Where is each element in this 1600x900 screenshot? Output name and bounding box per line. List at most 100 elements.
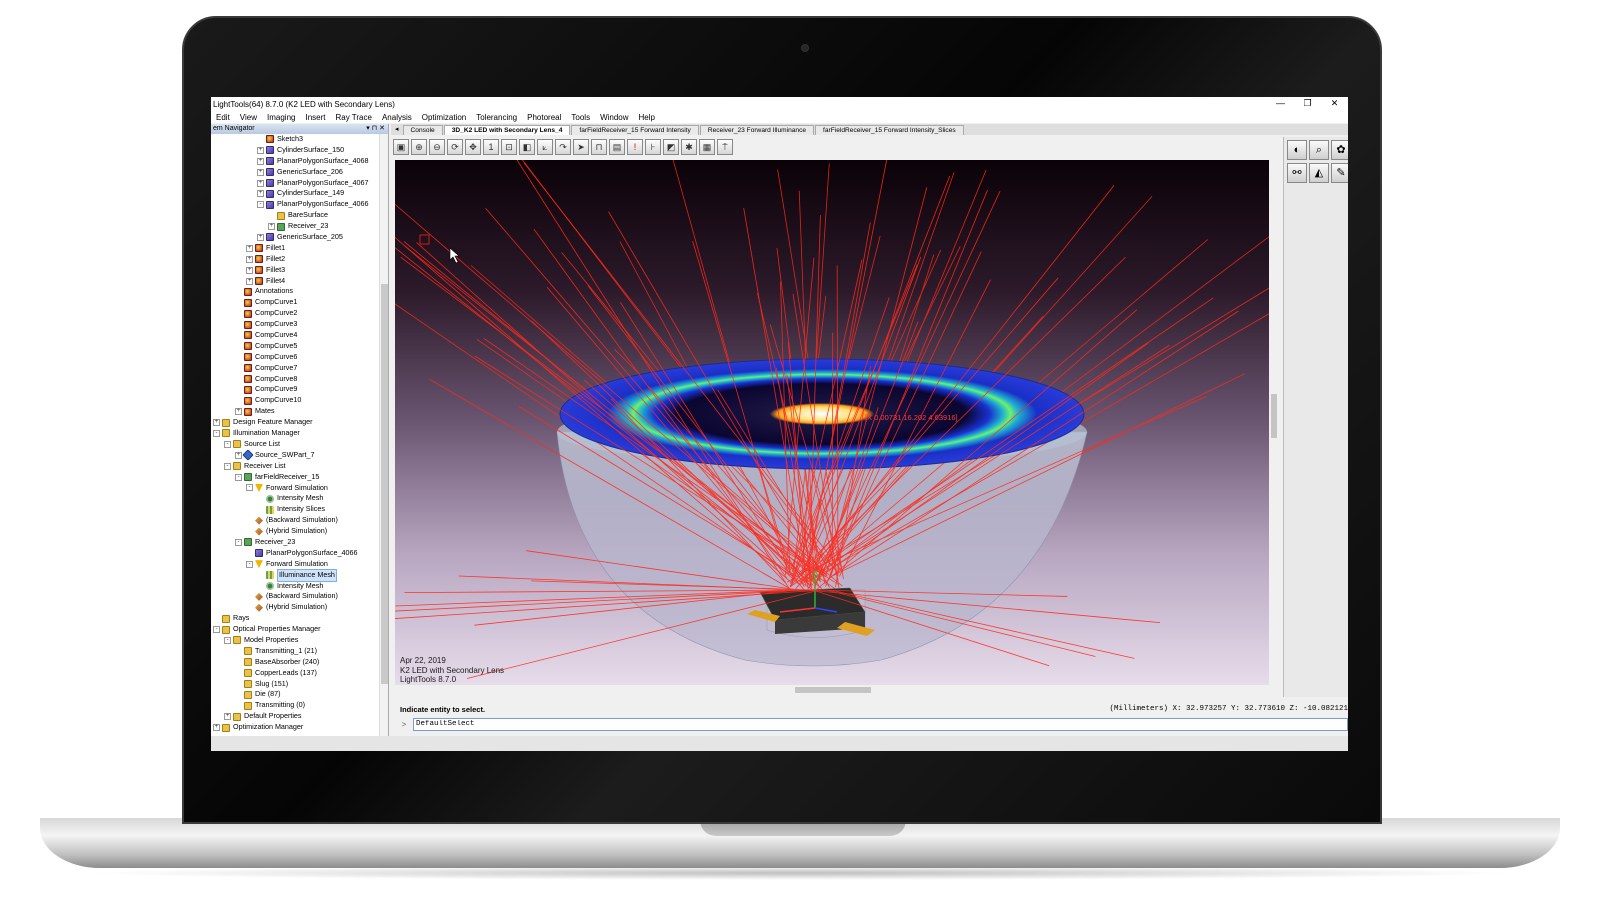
tree-node[interactable]: PlanarPolygonSurface_4066: [211, 548, 379, 559]
tree-node[interactable]: - Illumination Manager: [211, 428, 379, 439]
3d-viewport[interactable]: [X 0.00731 16.202 4.63916] Apr 22, 2019 …: [395, 160, 1269, 685]
menu-help[interactable]: Help: [634, 113, 660, 122]
tree-node[interactable]: - Model Properties: [211, 635, 379, 646]
tree-node[interactable]: (Hybrid Simulation): [211, 526, 379, 537]
tree-node[interactable]: + Mates: [211, 406, 379, 417]
tree-node[interactable]: Intensity Mesh: [211, 581, 379, 592]
tree-node[interactable]: (Backward Simulation): [211, 591, 379, 602]
lock-icon[interactable]: ▦: [699, 139, 715, 155]
menu-insert[interactable]: Insert: [300, 113, 330, 122]
tree-node[interactable]: + PlanarPolygonSurface_4067: [211, 178, 379, 189]
expand-icon[interactable]: +: [257, 190, 264, 198]
viewport-vertical-scrollbar[interactable]: [1269, 160, 1279, 685]
tree-node[interactable]: CompCurve4: [211, 330, 379, 341]
tree-node[interactable]: Annotations: [211, 286, 379, 297]
navigator-close-icon[interactable]: ▾ ⊓ ✕: [366, 124, 385, 134]
minimize-button[interactable]: —: [1267, 97, 1294, 111]
collapse-icon[interactable]: -: [246, 484, 253, 492]
receiver-tool-icon[interactable]: ⚯: [1287, 163, 1307, 183]
navigator-scrollbar[interactable]: [379, 134, 388, 740]
expand-icon[interactable]: +: [246, 266, 253, 274]
collapse-icon[interactable]: -: [235, 473, 242, 481]
collapse-icon[interactable]: -: [224, 440, 231, 448]
render-mode-icon[interactable]: ◩: [663, 139, 679, 155]
collapse-icon[interactable]: -: [213, 429, 220, 437]
expand-icon[interactable]: +: [246, 255, 253, 263]
command-input[interactable]: [413, 717, 1348, 731]
snap-icon[interactable]: ⍑: [717, 139, 733, 155]
tree-node[interactable]: CompCurve10: [211, 395, 379, 406]
tree-node[interactable]: Intensity Mesh: [211, 493, 379, 504]
tree-node[interactable]: (Backward Simulation): [211, 515, 379, 526]
measure-icon[interactable]: ⊦: [645, 139, 661, 155]
menu-view[interactable]: View: [235, 113, 262, 122]
tree-node[interactable]: CompCurve2: [211, 308, 379, 319]
expand-icon[interactable]: +: [235, 408, 242, 416]
menu-ray-trace[interactable]: Ray Trace: [330, 113, 376, 122]
ray-trace-icon[interactable]: ✱: [681, 139, 697, 155]
collapse-icon[interactable]: -: [224, 462, 231, 470]
tree-node[interactable]: + CylinderSurface_149: [211, 188, 379, 199]
tree-node[interactable]: + Optimization Manager: [211, 722, 379, 733]
tree-node[interactable]: + Fillet4: [211, 276, 379, 287]
vertical-scroll-thumb[interactable]: [1271, 394, 1277, 438]
tree-node[interactable]: - Source List: [211, 439, 379, 450]
expand-icon[interactable]: +: [268, 223, 275, 231]
expand-icon[interactable]: +: [235, 451, 242, 459]
expand-icon[interactable]: +: [213, 419, 220, 427]
document-tab[interactable]: 3D_K2 LED with Secondary Lens_4: [443, 125, 571, 135]
rotate-icon[interactable]: ⟳: [447, 139, 463, 155]
expand-icon[interactable]: +: [257, 168, 264, 176]
close-button[interactable]: ✕: [1321, 97, 1348, 111]
section-icon[interactable]: ▤: [609, 139, 625, 155]
tree-node[interactable]: Rays: [211, 613, 379, 624]
collapse-icon[interactable]: -: [224, 636, 231, 644]
source-icon[interactable]: ✿: [1331, 140, 1348, 160]
tab-scroll-left-icon[interactable]: ◂: [391, 125, 403, 135]
tree-node[interactable]: CompCurve7: [211, 363, 379, 374]
navigator-scroll-thumb[interactable]: [381, 284, 388, 684]
collapse-icon[interactable]: -: [257, 201, 264, 209]
tree-node[interactable]: - Receiver_23: [211, 537, 379, 548]
wrench-icon[interactable]: ✎: [1331, 163, 1348, 183]
tree-node[interactable]: CompCurve5: [211, 341, 379, 352]
menu-window[interactable]: Window: [595, 113, 633, 122]
tree-node[interactable]: Die (87): [211, 689, 379, 700]
fit-icon[interactable]: ⊡: [501, 139, 517, 155]
viewport-horizontal-scrollbar[interactable]: [395, 685, 1279, 695]
select-arrow-icon[interactable]: ➤: [573, 139, 589, 155]
expand-icon[interactable]: +: [213, 724, 220, 732]
view-1-icon[interactable]: 1: [483, 139, 499, 155]
tree-node[interactable]: Transmitting_1 (21): [211, 646, 379, 657]
tree-node[interactable]: (Hybrid Simulation): [211, 602, 379, 613]
orbit-icon[interactable]: ↷: [555, 139, 571, 155]
tree-node[interactable]: - Forward Simulation: [211, 483, 379, 494]
expand-icon[interactable]: +: [224, 713, 231, 721]
tree-node[interactable]: + Receiver_23: [211, 221, 379, 232]
tree-node[interactable]: - PlanarPolygonSurface_4066: [211, 199, 379, 210]
tree-node[interactable]: BareSurface: [211, 210, 379, 221]
optical-path-icon[interactable]: ⌕: [1309, 140, 1329, 160]
collapse-icon[interactable]: -: [213, 626, 220, 634]
tree-node[interactable]: + CylinderSurface_150: [211, 145, 379, 156]
tree-node[interactable]: Intensity Slices: [211, 504, 379, 515]
zoom-in-icon[interactable]: ⊕: [411, 139, 427, 155]
tree-node[interactable]: BaseAbsorber (240): [211, 657, 379, 668]
pan-icon[interactable]: ✥: [465, 139, 481, 155]
expand-icon[interactable]: +: [246, 244, 253, 252]
tree-node[interactable]: Sketch3: [211, 134, 379, 145]
menu-tolerancing[interactable]: Tolerancing: [471, 113, 522, 122]
3d-scene[interactable]: [X 0.00731 16.202 4.63916]: [395, 160, 1269, 685]
tree-node[interactable]: Transmitting (0): [211, 700, 379, 711]
document-tab[interactable]: Receiver_23 Forward Illuminance: [699, 125, 815, 135]
tree-node[interactable]: + Fillet2: [211, 254, 379, 265]
maximize-button[interactable]: ❐: [1294, 97, 1321, 111]
tree-node[interactable]: CompCurve8: [211, 374, 379, 385]
collapse-icon[interactable]: -: [246, 560, 253, 568]
collapse-icon[interactable]: -: [235, 538, 242, 546]
tree-node[interactable]: + Design Feature Manager: [211, 417, 379, 428]
tree-node[interactable]: + Default Properties: [211, 711, 379, 722]
zoom-out-icon[interactable]: ⊖: [429, 139, 445, 155]
menu-photoreal[interactable]: Photoreal: [522, 113, 566, 122]
menu-tools[interactable]: Tools: [566, 113, 595, 122]
